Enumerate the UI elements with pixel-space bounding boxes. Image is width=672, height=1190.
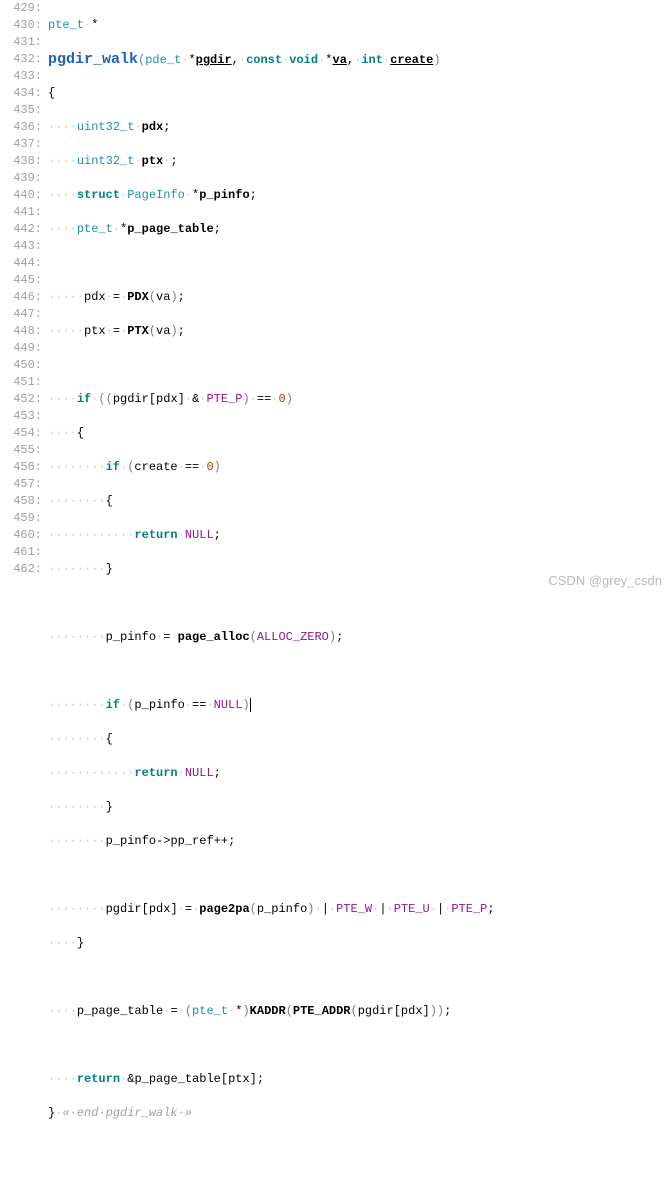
line-number: 433: [0, 68, 42, 85]
code-line: ····{ [48, 425, 672, 442]
line-number: 444: [0, 255, 42, 272]
line-number: 438: [0, 153, 42, 170]
code-line [48, 1037, 672, 1054]
code-line: }·«·end·pgdir_walk·» [48, 1105, 672, 1122]
code-line [48, 595, 672, 612]
code-line: ····pte_t·*p_page_table; [48, 221, 672, 238]
line-number: 452: [0, 391, 42, 408]
watermark: CSDN @grey_csdn [548, 573, 662, 588]
code-line: ····if·((pgdir[pdx]·&·PTE_P)·==·0) [48, 391, 672, 408]
code-line: pte_t·* [48, 17, 672, 34]
code-line [48, 357, 672, 374]
line-number: 456: [0, 459, 42, 476]
line-number: 461: [0, 544, 42, 561]
line-number: 458: [0, 493, 42, 510]
code-line: ····uint32_t·pdx; [48, 119, 672, 136]
code-line [48, 969, 672, 986]
line-number: 460: [0, 527, 42, 544]
line-number: 459: [0, 510, 42, 527]
line-number: 448: [0, 323, 42, 340]
line-number: 445: [0, 272, 42, 289]
code-line: ····p_page_table·=·(pte_t·*)KADDR(PTE_AD… [48, 1003, 672, 1020]
code-line: ········p_pinfo·=·page_alloc(ALLOC_ZERO)… [48, 629, 672, 646]
code-line [48, 663, 672, 680]
text-cursor [250, 698, 251, 712]
code-line: ········{ [48, 493, 672, 510]
line-number: 450: [0, 357, 42, 374]
line-number: 437: [0, 136, 42, 153]
code-line: ·····ptx·=·PTX(va); [48, 323, 672, 340]
line-number: 431: [0, 34, 42, 51]
line-number: 454: [0, 425, 42, 442]
line-number: 451: [0, 374, 42, 391]
line-number: 440: [0, 187, 42, 204]
line-number: 447: [0, 306, 42, 323]
code-area: pte_t·* pgdir_walk(pde_t·*pgdir,·const·v… [48, 0, 672, 1190]
line-number: 435: [0, 102, 42, 119]
line-number: 430: [0, 17, 42, 34]
line-number: 462: [0, 561, 42, 578]
line-number: 443: [0, 238, 42, 255]
code-line: ····return·&p_page_table[ptx]; [48, 1071, 672, 1088]
code-line: ········{ [48, 731, 672, 748]
code-line: ········p_pinfo->pp_ref++; [48, 833, 672, 850]
code-line: { [48, 85, 672, 102]
code-line: ············return·NULL; [48, 765, 672, 782]
code-editor: 429:430:431:432:433:434:435:436:437:438:… [0, 0, 672, 1190]
code-line: ········pgdir[pdx]·=·page2pa(p_pinfo)·|·… [48, 901, 672, 918]
code-line: ········} [48, 799, 672, 816]
line-number: 449: [0, 340, 42, 357]
line-number: 436: [0, 119, 42, 136]
code-line: ········if·(create·==·0) [48, 459, 672, 476]
code-line [48, 867, 672, 884]
line-number: 439: [0, 170, 42, 187]
code-line: pgdir_walk(pde_t·*pgdir,·const·void·*va,… [48, 51, 672, 68]
line-number: 442: [0, 221, 42, 238]
line-number: 432: [0, 51, 42, 68]
line-number: 429: [0, 0, 42, 17]
code-line: ········if·(p_pinfo·==·NULL) [48, 697, 672, 714]
code-line: ····struct·PageInfo·*p_pinfo; [48, 187, 672, 204]
line-gutter: 429:430:431:432:433:434:435:436:437:438:… [0, 0, 48, 1190]
line-number: 457: [0, 476, 42, 493]
line-number: 446: [0, 289, 42, 306]
code-line: ············return·NULL; [48, 527, 672, 544]
line-number: 441: [0, 204, 42, 221]
code-line [48, 255, 672, 272]
code-line [48, 1139, 672, 1156]
code-line: ·····pdx·=·PDX(va); [48, 289, 672, 306]
code-line: ····} [48, 935, 672, 952]
line-number: 453: [0, 408, 42, 425]
line-number: 434: [0, 85, 42, 102]
line-number: 455: [0, 442, 42, 459]
code-line: ····uint32_t·ptx·; [48, 153, 672, 170]
